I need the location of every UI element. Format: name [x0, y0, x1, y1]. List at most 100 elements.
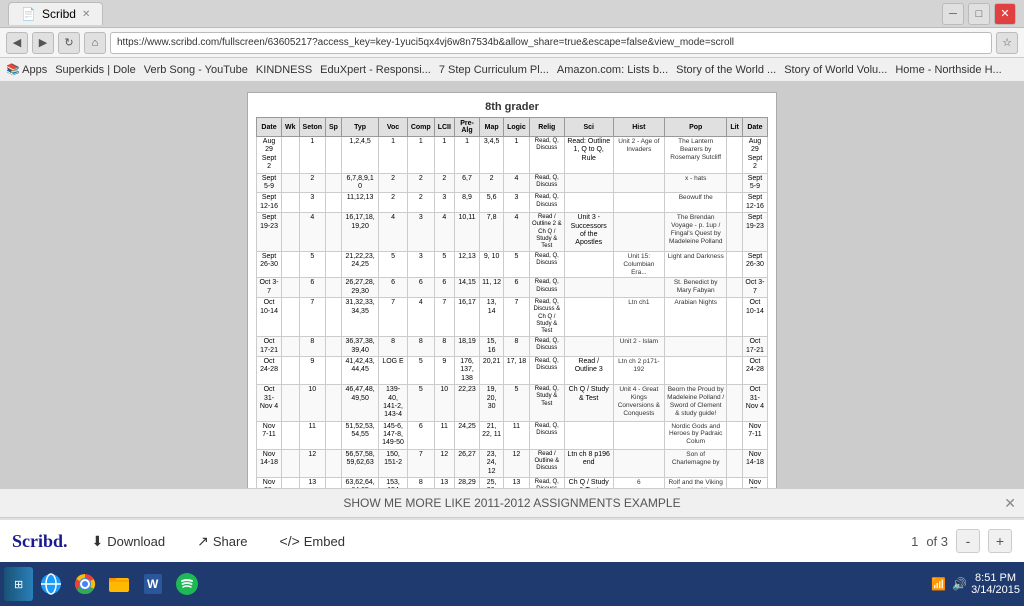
cell-sci: Read / Outline 3 [564, 356, 613, 384]
cell-seton: 13 [299, 478, 325, 488]
cell-lit [727, 252, 743, 278]
bookmark-apps[interactable]: 📚 Apps [6, 63, 47, 76]
col-sp: Sp [326, 118, 342, 137]
bookmark-superkids[interactable]: Superkids | Dole [55, 64, 136, 76]
cell-lit [727, 449, 743, 477]
cell-seton: 7 [299, 298, 325, 337]
home-button[interactable]: ⌂ [84, 32, 106, 54]
bookmark-verbsong[interactable]: Verb Song - YouTube [144, 64, 248, 76]
cell-comp: 8 [407, 478, 434, 488]
embed-button[interactable]: </> Embed [272, 529, 353, 553]
taskbar-folder-icon[interactable] [103, 568, 135, 600]
tab-close-button[interactable]: ✕ [82, 9, 90, 20]
browser-tab[interactable]: 📄 Scribd ✕ [8, 2, 103, 25]
cell-logic: 17, 18 [504, 356, 530, 384]
clock-date: 3/14/2015 [971, 584, 1020, 596]
cell-sci [564, 278, 613, 298]
clock-time: 8:51 PM [971, 572, 1020, 584]
cell-comp: 2 [407, 193, 434, 213]
maximize-button[interactable]: □ [968, 3, 990, 25]
start-button[interactable]: ⊞ [4, 567, 33, 601]
cell-lcii: 10 [434, 385, 454, 422]
cell-typ: 16,17,18, 19,20 [341, 213, 378, 252]
cell-prealg: 16,17 [454, 298, 479, 337]
close-button[interactable]: ✕ [994, 3, 1016, 25]
cell-map: 3,4,5 [480, 137, 504, 174]
table-row: Sept 19-23416,17,18, 19,2043410,117,84Re… [257, 213, 768, 252]
star-button[interactable]: ☆ [996, 32, 1018, 54]
cell-sp [326, 337, 342, 357]
refresh-button[interactable]: ↻ [58, 32, 80, 54]
volume-icon: 🔊 [952, 577, 967, 591]
zoom-out-button[interactable]: - [956, 529, 980, 553]
bookmark-home[interactable]: Home - Northside H... [895, 64, 1001, 76]
bookmark-amazon[interactable]: Amazon.com: Lists b... [557, 64, 668, 76]
address-bar[interactable]: https://www.scribd.com/fullscreen/636052… [110, 32, 992, 54]
cell-sci [564, 337, 613, 357]
cell-pop: St. Benedict by Mary Fabyan [665, 278, 727, 298]
cell-map: 11, 12 [480, 278, 504, 298]
cell-wk [282, 173, 300, 193]
col-typ: Typ [341, 118, 378, 137]
url-text: https://www.scribd.com/fullscreen/636052… [117, 37, 734, 48]
zoom-in-button[interactable]: + [988, 529, 1012, 553]
taskbar-word-icon[interactable]: W [137, 568, 169, 600]
cell-seton: 11 [299, 421, 325, 449]
cell-voc: 2 [379, 193, 408, 213]
cell-relig: Read, Q, Discuss [529, 421, 564, 449]
bookmark-kindness[interactable]: KINDNESS [256, 64, 312, 76]
cell-comp: 3 [407, 213, 434, 252]
cell-sp [326, 278, 342, 298]
svg-text:W: W [147, 577, 159, 591]
cell-comp: 8 [407, 337, 434, 357]
cell-lit [727, 298, 743, 337]
cell-prealg: 14,15 [454, 278, 479, 298]
cell-seton: 5 [299, 252, 325, 278]
cell-voc: 8 [379, 337, 408, 357]
cell-comp: 1 [407, 137, 434, 174]
bookmark-sotw2[interactable]: Story of World Volu... [784, 64, 887, 76]
taskbar-chrome-icon[interactable] [69, 568, 101, 600]
cell-wk [282, 449, 300, 477]
share-button[interactable]: ↗ Share [189, 529, 255, 554]
cell-map: 7,8 [480, 213, 504, 252]
cell-pop: Beowulf the [665, 193, 727, 213]
col-comp: Comp [407, 118, 434, 137]
col-map: Map [480, 118, 504, 137]
cell-logic: 5 [504, 385, 530, 422]
col-date2: Date [742, 118, 767, 137]
cell-voc: 5 [379, 252, 408, 278]
taskbar-spotify-icon[interactable] [171, 568, 203, 600]
show-more-bar[interactable]: SHOW ME MORE LIKE 2011-2012 ASSIGNMENTS … [0, 488, 1024, 518]
cell-map: 5,6 [480, 193, 504, 213]
cell-map: 19, 20, 30 [480, 385, 504, 422]
minimize-button[interactable]: ─ [942, 3, 964, 25]
cell-relig: Read, Q, Discuss [529, 478, 564, 488]
cell-comp: 5 [407, 385, 434, 422]
cell-prealg: 176, 137, 138 [454, 356, 479, 384]
bookmark-eduxpert[interactable]: EduXpert - Responsi... [320, 64, 431, 76]
system-tray: 📶 🔊 [931, 577, 967, 591]
cell-date2: Aug 29 Sept 2 [742, 137, 767, 174]
share-label: Share [213, 534, 248, 549]
cell-date1: Nov 7-11 [257, 421, 282, 449]
cell-voc: 2 [379, 173, 408, 193]
page-current: 1 [911, 534, 918, 549]
back-button[interactable]: ◀ [6, 32, 28, 54]
cell-typ: 63,62,64, 64,65 [341, 478, 378, 488]
embed-label: Embed [304, 534, 345, 549]
cell-hist [613, 449, 664, 477]
download-button[interactable]: ⬇ Download [84, 529, 174, 554]
bookmark-7step[interactable]: 7 Step Curriculum Pl... [439, 64, 549, 76]
table-row: Nov 7-111151,52,53, 54,55145-6, 147-8, 1… [257, 421, 768, 449]
taskbar-ie-icon[interactable] [35, 568, 67, 600]
cell-map: 23, 24, 12 [480, 449, 504, 477]
show-more-close-button[interactable]: ✕ [1004, 495, 1016, 512]
cell-pop [665, 356, 727, 384]
forward-button[interactable]: ▶ [32, 32, 54, 54]
cell-lcii: 4 [434, 213, 454, 252]
cell-sp [326, 385, 342, 422]
cell-lit [727, 137, 743, 174]
bookmark-sotw1[interactable]: Story of the World ... [676, 64, 776, 76]
cell-lcii: 11 [434, 421, 454, 449]
